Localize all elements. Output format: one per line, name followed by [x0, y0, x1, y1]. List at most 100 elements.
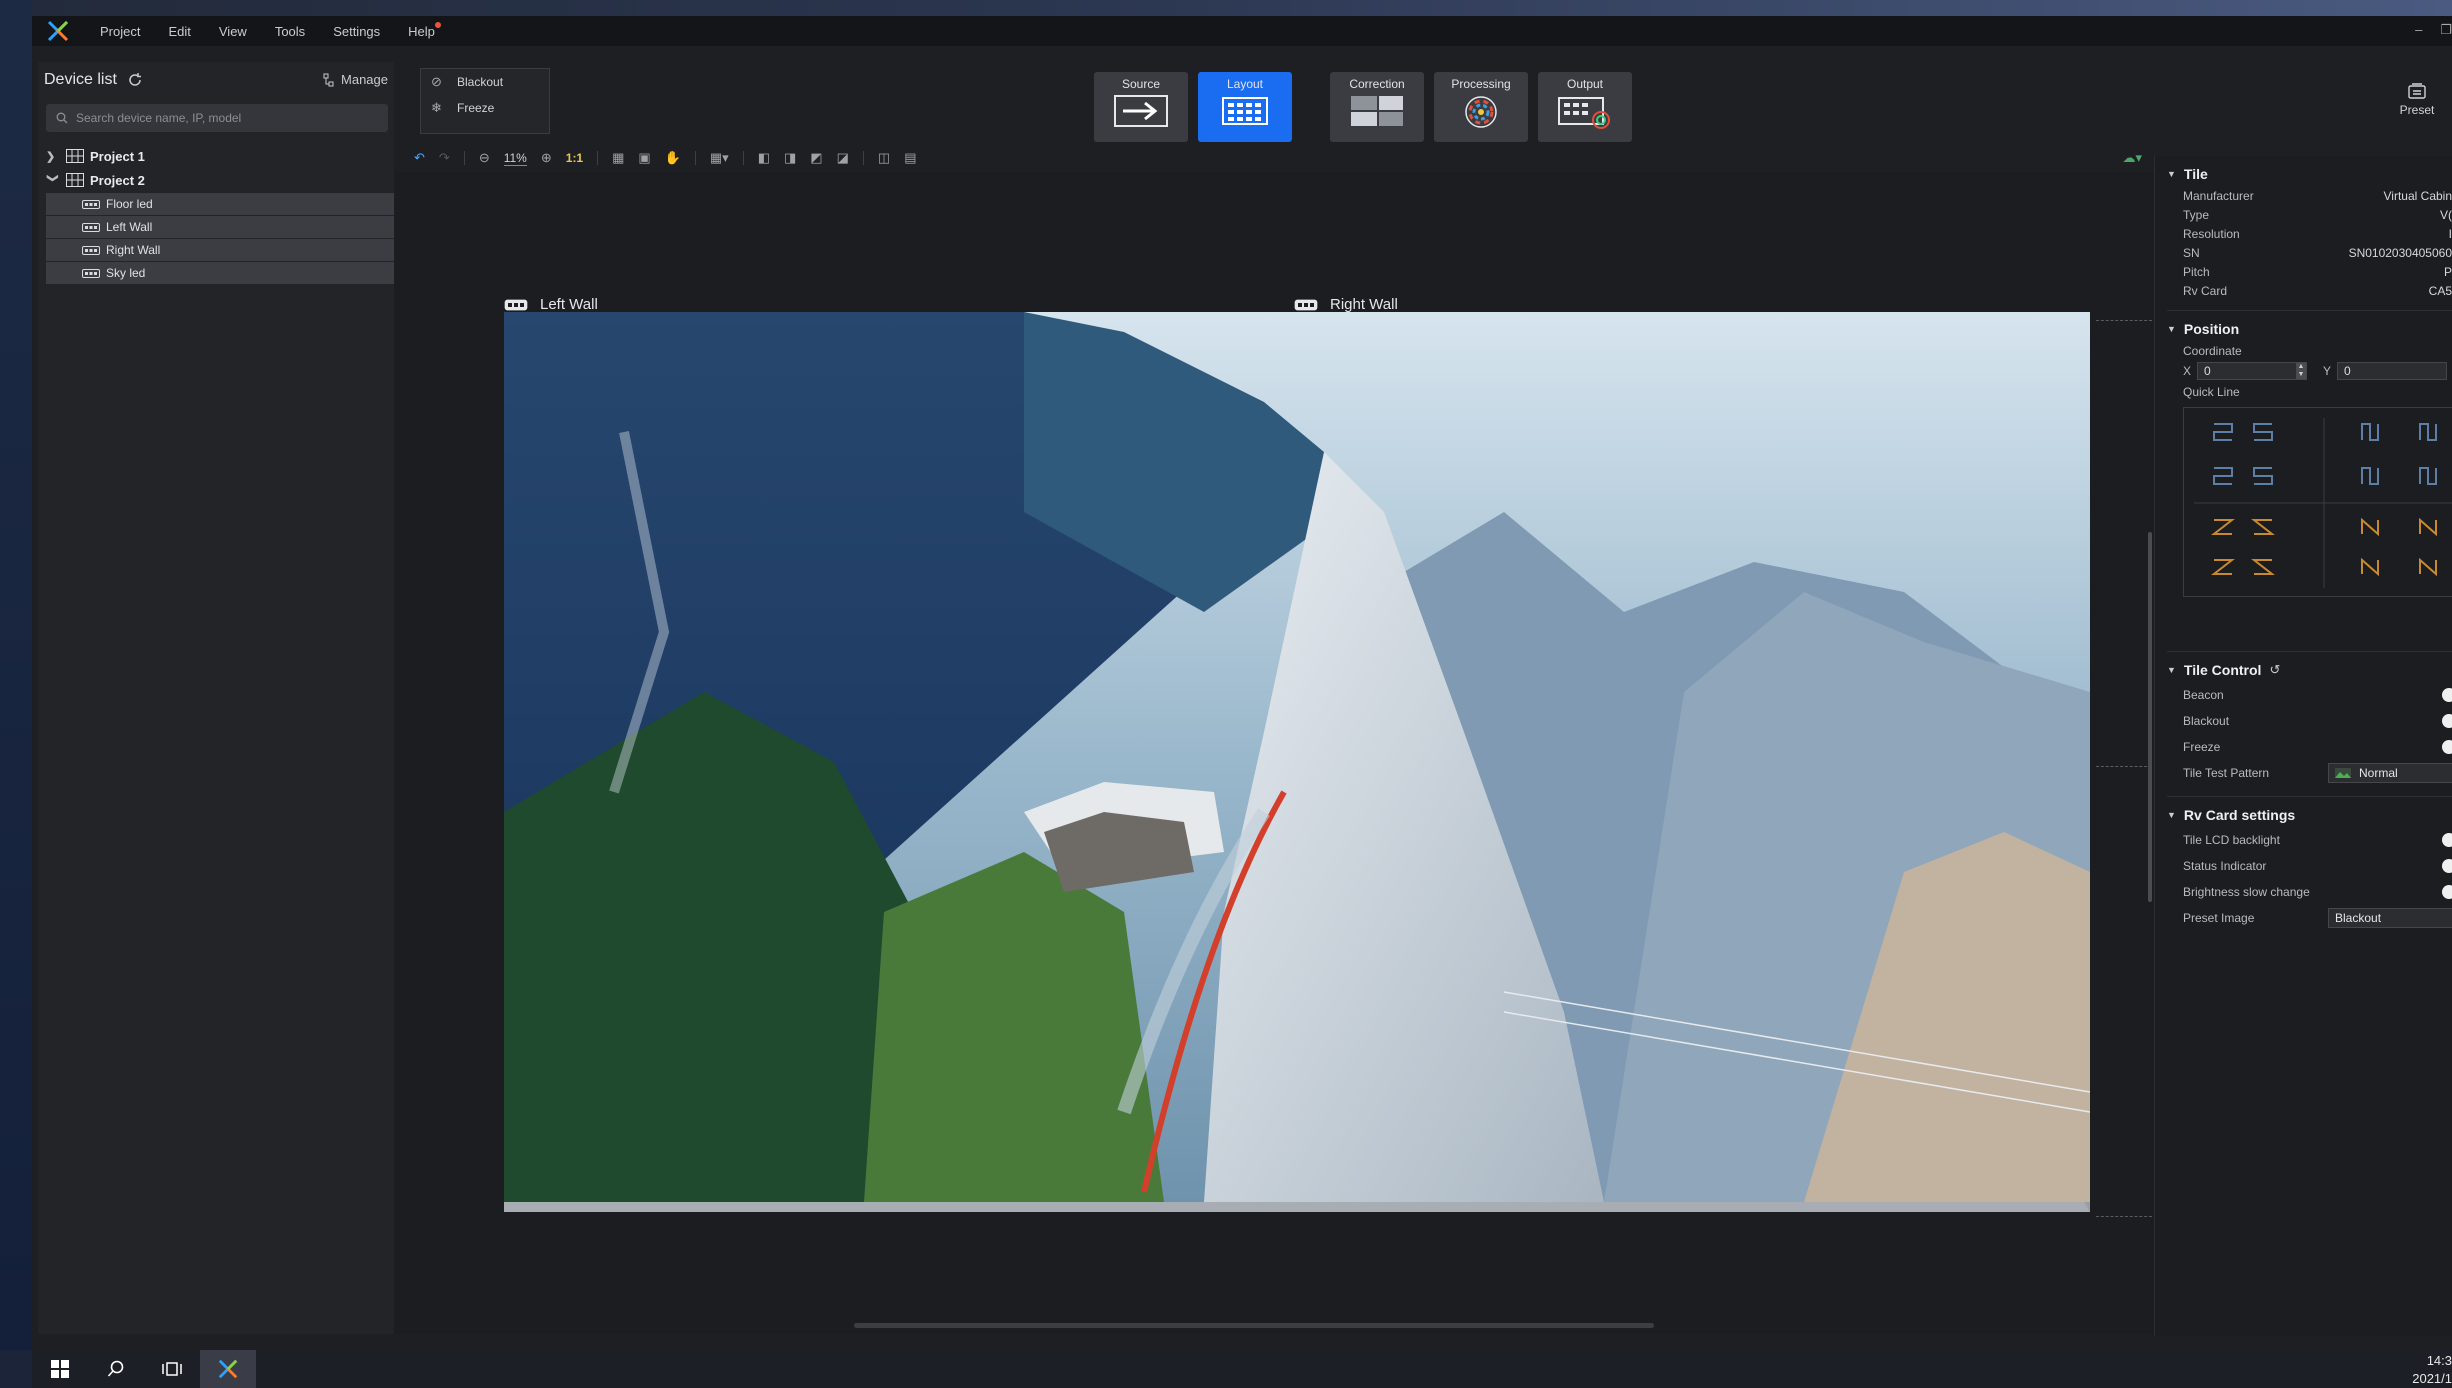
zoom-value[interactable]: 11% — [503, 151, 527, 166]
taskbar-app-button[interactable] — [200, 1350, 256, 1388]
freeze-button[interactable]: ❄ Freeze — [421, 95, 549, 121]
right-wall-tag[interactable]: Right Wall — [1294, 296, 1398, 313]
actual-size-button[interactable]: 1:1 — [566, 151, 583, 165]
fit-selection-icon[interactable]: ▣ — [638, 150, 650, 166]
rv-card-section-title: Rv Card settings — [2183, 807, 2296, 823]
task-view-button[interactable] — [144, 1350, 200, 1388]
x-coordinate-field[interactable]: 0 ▲ ▼ — [2197, 362, 2308, 380]
device-search-input[interactable] — [76, 111, 376, 125]
quick-line-option[interactable] — [2213, 467, 2233, 485]
taskbar-search-button[interactable] — [88, 1350, 144, 1388]
quick-line-option[interactable] — [2211, 559, 2235, 575]
align-bottom-icon[interactable]: ◪ — [837, 150, 849, 166]
align-top-icon[interactable]: ◩ — [810, 150, 822, 166]
collapse-triangle-icon[interactable]: ▼ — [2167, 169, 2176, 179]
distribute-horizontal-icon[interactable]: ◫ — [878, 150, 890, 166]
restore-button[interactable]: ❐ — [2440, 22, 2452, 38]
rv-card-section-header[interactable]: ▼ Rv Card settings — [2155, 803, 2452, 827]
chevron-right-icon[interactable]: ❯ — [46, 150, 60, 163]
chevron-down-icon[interactable]: ❯ — [47, 173, 60, 187]
reset-icon[interactable]: ↺ — [2269, 662, 2280, 678]
mode-processing-button[interactable]: Processing — [1434, 72, 1528, 142]
quick-line-option[interactable] — [2361, 557, 2379, 577]
lcd-backlight-toggle[interactable] — [2442, 833, 2452, 847]
redo-icon[interactable]: ↷ — [439, 150, 450, 166]
preset-button[interactable]: Preset — [2382, 82, 2452, 117]
system-clock[interactable]: 14:3 2021/1 — [2412, 1352, 2452, 1388]
undo-icon[interactable]: ↶ — [414, 150, 425, 166]
blackout-icon: ⊘ — [431, 74, 442, 89]
distribute-vertical-icon[interactable]: ▤ — [904, 150, 916, 166]
quick-line-option[interactable] — [2419, 517, 2437, 537]
fit-screen-icon[interactable]: ▦ — [612, 150, 624, 166]
task-view-icon — [162, 1362, 182, 1376]
quick-line-option[interactable] — [2361, 423, 2379, 441]
properties-panel: ▼ Tile Manufacturer Virtual Cabin Type V( … — [2154, 156, 2452, 1336]
zoom-in-icon[interactable]: ⊕ — [541, 150, 552, 166]
quick-line-option[interactable] — [2211, 519, 2235, 535]
tile-section-header[interactable]: ▼ Tile — [2155, 162, 2452, 186]
view-options-icon[interactable]: ☁▾ — [2122, 150, 2142, 166]
brightness-slow-toggle[interactable] — [2442, 885, 2452, 899]
test-pattern-select[interactable]: Normal — [2328, 763, 2452, 783]
start-button[interactable] — [32, 1350, 88, 1388]
resolution-value: I — [2448, 226, 2452, 241]
hand-pan-icon[interactable]: ✋ — [665, 150, 681, 166]
collapse-triangle-icon[interactable]: ▼ — [2167, 665, 2176, 675]
canvas-vertical-scrollbar[interactable] — [2148, 532, 2152, 902]
align-left-icon[interactable]: ◧ — [758, 150, 770, 166]
menu-project[interactable]: Project — [100, 24, 140, 39]
quick-line-option[interactable] — [2253, 467, 2273, 485]
quick-line-option[interactable] — [2361, 467, 2379, 485]
led-wall-preview[interactable] — [504, 312, 2090, 1212]
device-sky-led[interactable]: Sky led — [46, 262, 394, 284]
refresh-icon[interactable] — [127, 72, 143, 88]
tile-control-section-header[interactable]: ▼ Tile Control ↺ — [2155, 658, 2452, 682]
mode-output-button[interactable]: Output — [1538, 72, 1632, 142]
left-wall-tag[interactable]: Left Wall — [504, 296, 598, 313]
manage-button[interactable]: Manage — [323, 72, 388, 87]
quick-line-option[interactable] — [2419, 423, 2437, 441]
mode-correction-button[interactable]: Correction — [1330, 72, 1424, 142]
quick-line-option[interactable] — [2251, 559, 2275, 575]
zoom-out-icon[interactable]: ⊖ — [479, 150, 490, 166]
align-right-icon[interactable]: ◨ — [784, 150, 796, 166]
status-indicator-toggle[interactable] — [2442, 859, 2452, 873]
tree-project-1[interactable]: ❯ Project 1 — [38, 144, 394, 168]
menu-view[interactable]: View — [219, 24, 247, 39]
blackout-toggle[interactable] — [2442, 714, 2452, 728]
device-right-wall[interactable]: Right Wall — [46, 239, 394, 261]
blackout-button[interactable]: ⊘ Blackout — [421, 69, 549, 95]
tile-control-section-title: Tile Control — [2183, 662, 2262, 678]
beacon-toggle[interactable] — [2442, 688, 2452, 702]
device-left-wall[interactable]: Left Wall — [46, 216, 394, 238]
collapse-triangle-icon[interactable]: ▼ — [2167, 324, 2176, 334]
color-wheel-icon — [1465, 96, 1497, 128]
quick-line-option[interactable] — [2419, 467, 2437, 485]
minimize-button[interactable]: – — [2415, 22, 2422, 38]
menu-help[interactable]: Help — [408, 21, 441, 39]
mode-layout-button[interactable]: Layout — [1198, 72, 1292, 142]
quick-line-option[interactable] — [2251, 519, 2275, 535]
menu-tools[interactable]: Tools — [275, 24, 305, 39]
position-section-header[interactable]: ▼ Position — [2155, 317, 2452, 341]
layout-canvas[interactable]: Left Wall Right Wall — [394, 172, 2158, 1334]
quick-line-option[interactable] — [2361, 517, 2379, 537]
tile-freeze-label: Freeze — [2183, 740, 2221, 754]
quick-line-option[interactable] — [2253, 423, 2273, 441]
tree-project-2[interactable]: ❯ Project 2 — [38, 168, 394, 192]
canvas-horizontal-scrollbar[interactable] — [854, 1323, 1654, 1328]
grid-snap-icon[interactable]: ▦▾ — [710, 150, 729, 166]
menu-settings[interactable]: Settings — [333, 24, 380, 39]
mode-source-button[interactable]: Source — [1094, 72, 1188, 142]
freeze-toggle[interactable] — [2442, 740, 2452, 754]
menu-edit[interactable]: Edit — [168, 24, 190, 39]
quick-line-option[interactable] — [2419, 557, 2437, 577]
resolution-label: Resolution — [2183, 226, 2240, 241]
collapse-triangle-icon[interactable]: ▼ — [2167, 810, 2176, 820]
x-spinner-icon[interactable]: ▲ ▼ — [2296, 363, 2307, 379]
quick-line-option[interactable] — [2213, 423, 2233, 441]
y-coordinate-field[interactable]: 0 — [2337, 362, 2448, 380]
preset-image-select[interactable]: Blackout — [2328, 908, 2452, 928]
device-floor-led[interactable]: Floor led — [46, 193, 394, 215]
